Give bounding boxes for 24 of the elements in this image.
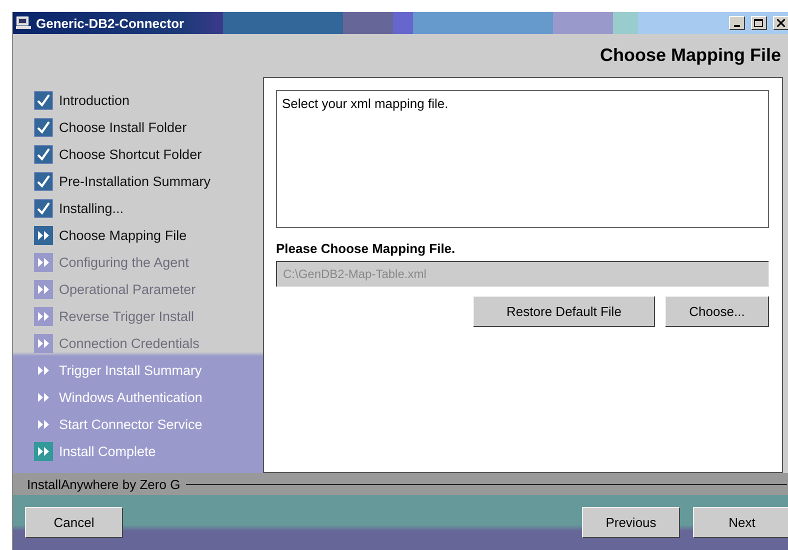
step-label: Connection Credentials: [59, 336, 200, 351]
next-button[interactable]: Next: [693, 507, 788, 538]
window-title: Generic-DB2-Connector: [36, 16, 186, 30]
step-label: Configuring the Agent: [59, 255, 189, 270]
choose-button[interactable]: Choose...: [665, 296, 769, 327]
step-label: Reverse Trigger Install: [59, 309, 194, 324]
brand-label: InstallAnywhere by Zero G: [27, 476, 180, 492]
step-label: Pre-Installation Summary: [59, 174, 211, 189]
restore-default-button[interactable]: Restore Default File: [473, 296, 655, 327]
step-label: Trigger Install Summary: [59, 363, 202, 378]
step-label: Installing...: [59, 201, 124, 216]
step-label: Introduction: [59, 93, 130, 108]
step-label: Install Complete: [59, 444, 156, 459]
page-heading: Choose Mapping File: [600, 45, 781, 66]
field-label: Please Choose Mapping File.: [276, 241, 456, 256]
previous-button[interactable]: Previous: [582, 507, 680, 538]
step-label: Operational Parameter: [59, 282, 196, 297]
step-label: Choose Shortcut Folder: [59, 147, 202, 162]
cancel-button[interactable]: Cancel: [25, 507, 123, 538]
step-label: Start Connector Service: [59, 417, 202, 432]
step-label: Choose Mapping File: [59, 228, 187, 243]
message-box: Select your xml mapping file.: [276, 90, 769, 228]
step-label: Choose Install Folder: [59, 120, 187, 135]
step-label: Windows Authentication: [59, 390, 202, 405]
